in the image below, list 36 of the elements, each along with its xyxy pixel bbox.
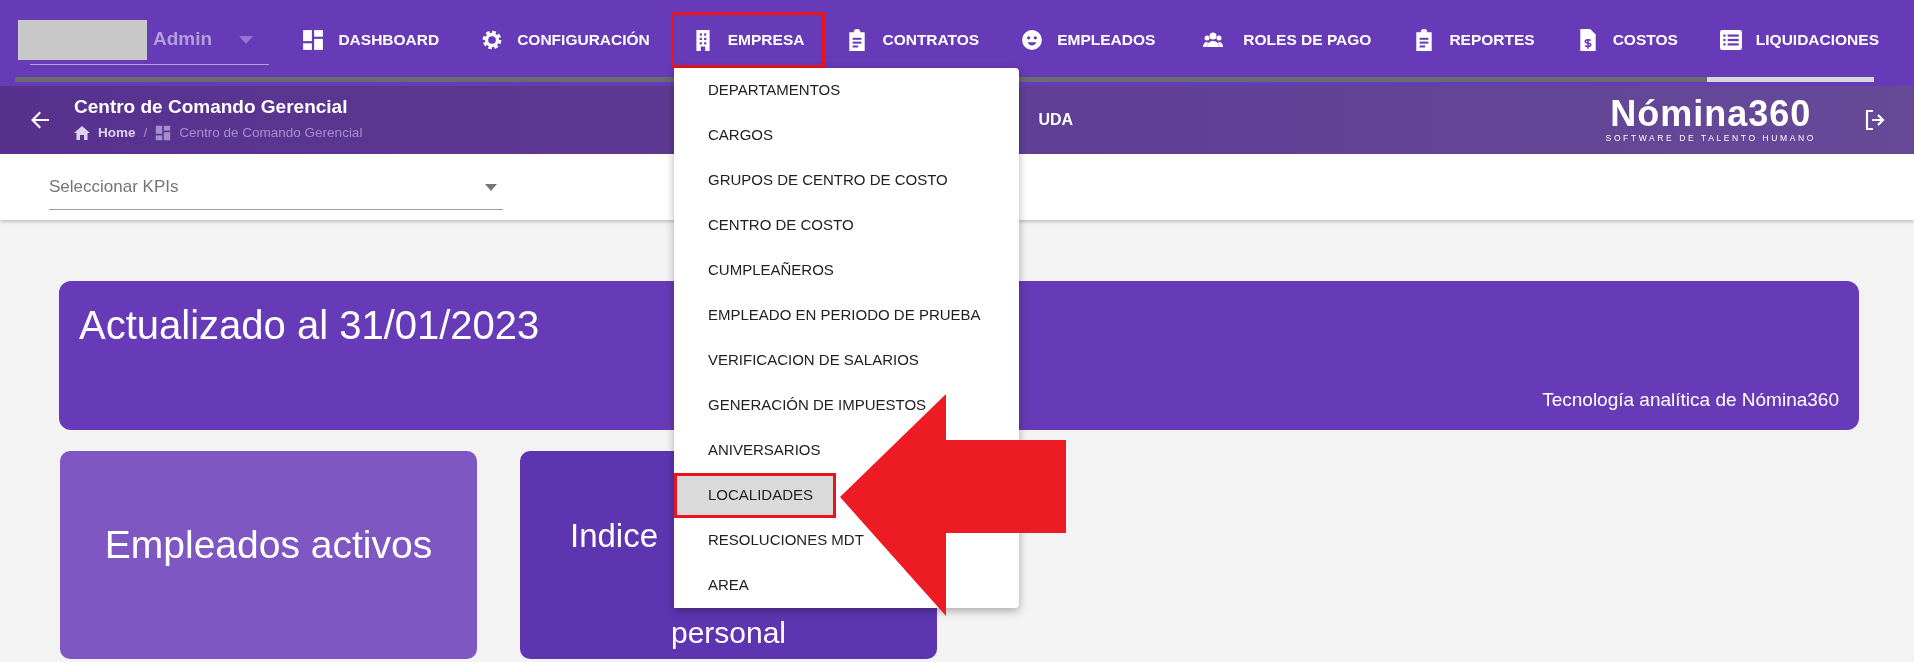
menu-item[interactable]: LOCALIDADES — [674, 473, 836, 518]
breadcrumb-separator: / — [143, 124, 148, 143]
banner-caption: Tecnología analítica de Nómina360 — [1542, 387, 1839, 412]
nav-item[interactable]: REPORTES — [1392, 12, 1556, 68]
help-link[interactable]: UDA — [1038, 108, 1074, 132]
breadcrumb-link[interactable]: Home — [98, 123, 136, 144]
dashboard-icon — [302, 29, 325, 51]
card-title: Empleados activos — [104, 522, 433, 568]
kpi-select[interactable]: Seleccionar KPIs — [49, 164, 503, 210]
logo-tagline: SOFTWARE DE TALENTO HUMANO — [1605, 131, 1816, 145]
settings-icon — [481, 29, 504, 51]
nav-item[interactable]: ROLES DE PAGO — [1176, 12, 1393, 68]
kpi-card[interactable]: Empleados activos — [60, 451, 477, 659]
page-title: Centro de Comando Gerencial — [74, 96, 349, 120]
face-icon — [1021, 29, 1044, 51]
nav-item[interactable]: LIQUIDACIONES — [1698, 12, 1900, 68]
list-icon — [1719, 29, 1742, 51]
nav-item[interactable]: CONFIGURACIÓN — [460, 12, 671, 68]
dashboard-icon — [155, 125, 172, 142]
nav-item[interactable]: DASHBOARD — [281, 12, 461, 68]
logout-icon[interactable] — [1864, 109, 1886, 131]
home-icon[interactable] — [74, 126, 90, 141]
breadcrumb-current: Centro de Comando Gerencial — [179, 124, 363, 143]
caret-icon[interactable] — [485, 184, 497, 191]
back-icon[interactable] — [30, 110, 50, 130]
banner-title: Actualizado al 31/01/2023 — [79, 302, 540, 349]
card-title: personal — [670, 615, 787, 652]
card-title: Indice — [570, 516, 659, 556]
menu-item[interactable]: AREA — [674, 563, 758, 608]
user-name: Admin — [153, 27, 213, 52]
nav-item[interactable]: CONTRATOS — [825, 12, 1001, 68]
logo-text: Nómina360 — [1609, 95, 1813, 132]
nav-item[interactable]: EMPLEADOS — [1000, 12, 1177, 68]
nav-item[interactable]: EMPRESA — [670, 12, 826, 68]
menu-item[interactable]: DEPARTAMENTOS — [674, 68, 850, 113]
nav-item[interactable]: COSTOS — [1555, 12, 1699, 68]
